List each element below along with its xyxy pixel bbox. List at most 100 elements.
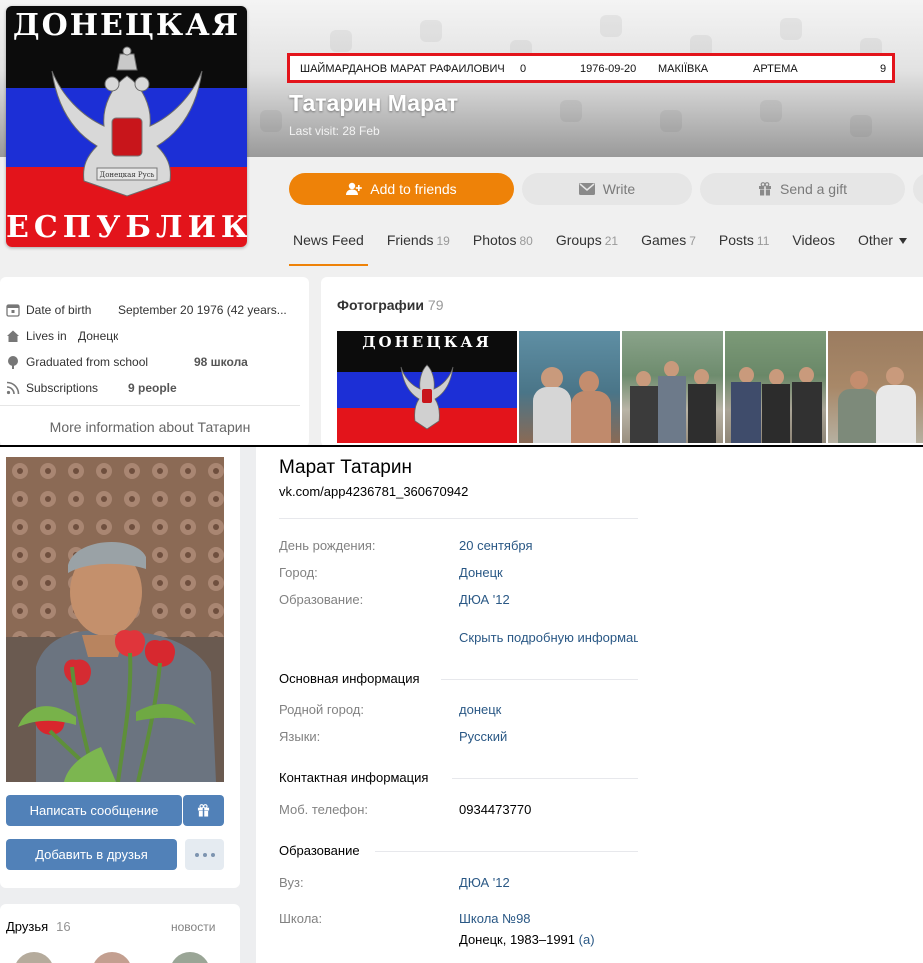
- school-detail: Донецк, 1983–1991 (а): [459, 932, 595, 947]
- record-number: 9: [880, 63, 887, 75]
- profile-tabs: News Feed Friends 19 Photos 80 Groups 21 Ga…: [289, 228, 911, 266]
- gift-icon: [197, 804, 210, 817]
- calendar-icon: [6, 304, 20, 317]
- education-value[interactable]: ДЮА '12: [459, 592, 510, 607]
- birthday-value[interactable]: 20 сентября: [459, 538, 533, 553]
- friend-avatar[interactable]: [92, 952, 132, 963]
- add-to-friends-label: Add to friends: [370, 181, 457, 197]
- friend-avatar[interactable]: [14, 952, 54, 963]
- record-date: 1976-09-20: [580, 63, 637, 75]
- education-label: Образование:: [279, 592, 364, 607]
- tab-groups[interactable]: Groups 21: [552, 228, 622, 266]
- vk-profile-screenshot: Написать сообщение Добавить в друзья Дру…: [0, 447, 923, 963]
- subscriptions-value[interactable]: 9 people: [128, 381, 177, 395]
- section-education: Образование: [279, 843, 360, 858]
- section-main-info: Основная информация: [279, 671, 420, 686]
- school-value[interactable]: Школа №98: [459, 911, 531, 926]
- vk-avatar-card: Написать сообщение Добавить в друзья: [0, 447, 240, 888]
- send-gift-label: Send a gift: [780, 181, 847, 197]
- record-street: АРТЕМА: [753, 63, 798, 75]
- hometown-label: Родной город:: [279, 702, 364, 717]
- highlighted-record-row: ШАЙМАРДАНОВ МАРАТ РАФАИЛОВИЧ 0 1976-09-2…: [287, 53, 895, 83]
- photos-card: Фотографии 79 ДОНЕЦКАЯ: [321, 277, 923, 445]
- svg-text:Донецкая Русь: Донецкая Русь: [99, 171, 154, 179]
- vk-info-card: Марат Татарин vk.com/app4236781_36067094…: [256, 447, 923, 963]
- university-value[interactable]: ДЮА '12: [459, 875, 510, 890]
- profile-avatar[interactable]: ДОНЕЦКАЯ Донецкая Русь ЕСПУБЛИК: [6, 6, 247, 247]
- dob-row: Date of birth September 20 1976 (42 year…: [6, 303, 287, 317]
- photo-thumbnail[interactable]: [622, 331, 723, 443]
- write-message-button[interactable]: Написать сообщение: [6, 795, 182, 826]
- school-class-link[interactable]: (а): [579, 932, 595, 947]
- lives-in-row: Lives in Донецк: [6, 329, 118, 343]
- write-label: Write: [602, 181, 636, 197]
- hometown-value[interactable]: донецк: [459, 702, 501, 717]
- divider: [375, 851, 638, 852]
- tab-posts[interactable]: Posts 11: [715, 228, 773, 266]
- more-actions-button[interactable]: [913, 173, 923, 205]
- more-dots-icon: [194, 852, 215, 857]
- school-label: Школа:: [279, 911, 323, 926]
- divider: [279, 518, 638, 519]
- double-eagle-emblem-icon: [400, 364, 454, 430]
- city-label: Город:: [279, 565, 318, 580]
- home-icon: [7, 330, 19, 342]
- subscriptions-row: Subscriptions 9 people: [6, 381, 177, 395]
- envelope-icon: [578, 183, 595, 195]
- dob-value: September 20 1976 (42 years...: [118, 303, 287, 317]
- photo-thumbnail[interactable]: [725, 331, 826, 443]
- ok-profile-screenshot: ДОНЕЦКАЯ Донецкая Русь ЕСПУБЛИК ШАЙМАРДА…: [0, 0, 923, 445]
- vk-profile-photo[interactable]: [6, 457, 224, 782]
- divider: [441, 679, 638, 680]
- send-gift-button[interactable]: Send a gift: [700, 173, 905, 205]
- tab-videos[interactable]: Videos: [788, 228, 839, 266]
- record-name: ШАЙМАРДАНОВ МАРАТ РАФАИЛОВИЧ: [300, 63, 505, 75]
- flag-top-text: ДОНЕЦКАЯ: [12, 8, 241, 43]
- city-value[interactable]: Донецк: [459, 565, 503, 580]
- send-gift-button[interactable]: [183, 795, 224, 826]
- profile-name: Татарин Марат: [289, 90, 459, 116]
- university-label: Вуз:: [279, 875, 304, 890]
- school-value: 98 школа: [194, 355, 248, 369]
- friend-avatar[interactable]: [170, 952, 210, 963]
- photo-thumbnail[interactable]: ДОНЕЦКАЯ: [337, 331, 517, 443]
- phone-value: 0934473770: [459, 802, 532, 817]
- add-friend-button[interactable]: Добавить в друзья: [6, 839, 177, 870]
- hide-details-link[interactable]: Скрыть подробную информацию: [459, 630, 638, 645]
- photo-thumbnail[interactable]: [828, 331, 923, 443]
- tab-games[interactable]: Games 7: [637, 228, 700, 266]
- more-information-link[interactable]: More information about Татарин: [0, 405, 300, 435]
- gift-icon: [759, 182, 772, 196]
- write-button[interactable]: Write: [522, 173, 692, 205]
- tab-friends[interactable]: Friends 19: [383, 228, 454, 266]
- more-actions-button[interactable]: [185, 839, 224, 870]
- profile-info-card: Date of birth September 20 1976 (42 year…: [0, 277, 309, 445]
- school-row: Graduated from school 98 школа: [6, 355, 248, 369]
- flag-bottom-text: ЕСПУБЛИК: [6, 210, 247, 245]
- tab-news-feed[interactable]: News Feed: [289, 228, 368, 266]
- tab-other[interactable]: Other: [854, 228, 911, 266]
- double-eagle-emblem-icon: Донецкая Русь: [51, 46, 202, 197]
- section-contact-info: Контактная информация: [279, 770, 429, 785]
- languages-value[interactable]: Русский: [459, 729, 507, 744]
- rss-icon: [6, 381, 20, 395]
- chevron-down-icon: [898, 238, 907, 245]
- last-visit: Last visit: 28 Feb: [289, 124, 380, 138]
- graduation-icon: [8, 356, 18, 369]
- add-to-friends-button[interactable]: Add to friends: [289, 173, 514, 205]
- page-title: Марат Татарин: [279, 457, 412, 478]
- phone-label: Моб. телефон:: [279, 802, 369, 817]
- divider: [452, 778, 638, 779]
- add-user-icon: [346, 182, 363, 195]
- record-field: 0: [520, 63, 527, 75]
- friends-news-link[interactable]: новости: [171, 920, 215, 934]
- lives-in-value: Донецк: [78, 329, 119, 343]
- friends-block: Друзья 16 новости: [0, 904, 240, 963]
- profile-url[interactable]: vk.com/app4236781_360670942: [279, 484, 468, 499]
- friends-title[interactable]: Друзья 16: [6, 919, 71, 934]
- photo-thumbnail[interactable]: [519, 331, 620, 443]
- photos-title: Фотографии 79: [337, 297, 444, 313]
- record-city: МАКІЇВКА: [658, 63, 709, 75]
- tab-photos[interactable]: Photos 80: [469, 228, 537, 266]
- languages-label: Языки:: [279, 729, 321, 744]
